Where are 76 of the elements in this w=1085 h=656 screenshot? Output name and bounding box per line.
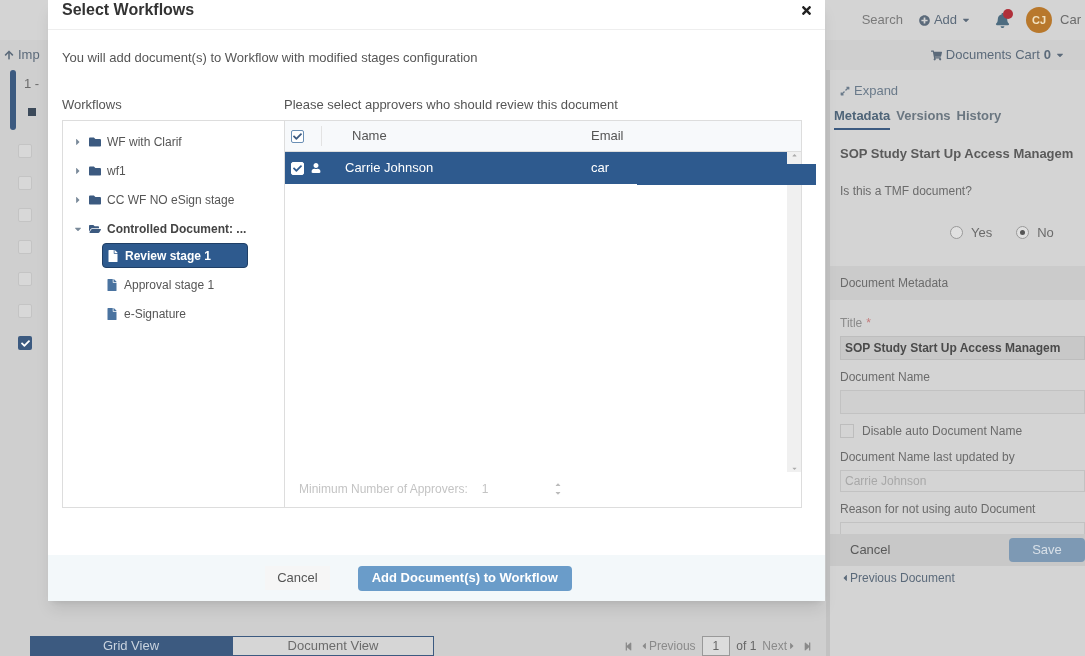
expand-link[interactable]: Expand <box>840 82 1085 100</box>
field-label: Title * <box>840 314 872 332</box>
documents-cart[interactable]: Documents Cart 0 <box>930 45 1065 65</box>
close-icon[interactable] <box>800 4 813 17</box>
selection-bar <box>10 70 16 130</box>
select-all-checkbox[interactable] <box>27 107 36 116</box>
approver-email: car <box>591 159 610 178</box>
plus-icon <box>918 14 930 26</box>
cart-icon <box>930 49 942 61</box>
user-name[interactable]: Car <box>1060 10 1081 30</box>
folder-icon <box>89 193 101 206</box>
dialog-description: You will add document(s) to Workflow with modified stages configuration <box>62 49 479 67</box>
next-link[interactable]: Next <box>762 637 797 655</box>
workflow-item[interactable]: Controlled Document: ... <box>107 219 247 238</box>
radio-option[interactable]: Yes <box>950 222 993 243</box>
field-label: Reason for not using auto Document <box>840 500 1037 518</box>
panel-tab[interactable]: Versions <box>896 106 951 130</box>
document-icon <box>107 249 119 262</box>
approver-name: Carrie Johnson <box>344 159 435 178</box>
save-button[interactable]: Save <box>1009 537 1085 562</box>
tmf-question: Is this a TMF document? <box>840 182 973 200</box>
radio-icon[interactable] <box>950 226 963 239</box>
bell-icon[interactable] <box>995 12 1011 28</box>
last-page-icon[interactable] <box>803 641 812 651</box>
workflow-item[interactable]: CC WF NO eSign stage <box>107 190 235 209</box>
stage-item[interactable]: Review stage 1 <box>102 243 248 268</box>
field-label: Document Name last updated by <box>840 448 1016 466</box>
document-icon <box>106 307 118 320</box>
min-approvers-label: Minimum Number of Approvers: <box>299 481 468 498</box>
folder-icon <box>89 164 101 177</box>
section-heading: Document Metadata <box>830 265 1085 300</box>
column-header: Name <box>321 126 591 146</box>
range-label: 1 - <box>24 75 40 93</box>
panel-tab[interactable]: Metadata <box>834 106 891 130</box>
radio-icon[interactable] <box>1016 226 1030 239</box>
previous-document-link[interactable]: Previous Document <box>840 565 1085 590</box>
cancel-button[interactable]: Cancel <box>850 539 891 560</box>
required-asterisk: * <box>866 315 871 330</box>
previous-link[interactable]: Previous <box>638 637 696 655</box>
arrow-up-icon <box>4 50 14 60</box>
add-to-workflow-button[interactable]: Add Document(s) to Workflow <box>357 565 572 591</box>
folder-icon <box>89 222 101 235</box>
radio-option[interactable]: No <box>1016 222 1054 243</box>
checkbox-label: Disable auto Document Name <box>862 422 1023 440</box>
page-count: of 1 <box>736 638 757 655</box>
cancel-button[interactable]: Cancel <box>265 566 330 590</box>
page-field[interactable]: 1 <box>701 636 731 656</box>
column-header: Email <box>591 127 624 146</box>
title-field[interactable]: SOP Study Start Up Access Managem <box>840 335 1085 360</box>
user-avatar[interactable]: CJ <box>1026 7 1053 33</box>
select-all-checkbox[interactable] <box>291 129 304 143</box>
scrollbar[interactable] <box>787 152 801 472</box>
stage-item[interactable]: Approval stage 1 <box>102 272 248 297</box>
user-icon <box>311 163 321 173</box>
scroll-up-icon[interactable] <box>790 152 798 159</box>
search-link[interactable]: Search <box>861 10 903 30</box>
stage-item[interactable]: e-Signature <box>102 301 248 326</box>
document-title: SOP Study Start Up Access Managem <box>840 145 1075 163</box>
checkbox[interactable] <box>291 161 304 175</box>
view-tab[interactable]: Document View <box>232 636 434 656</box>
folder-icon <box>89 135 101 148</box>
first-page-icon[interactable] <box>623 641 633 651</box>
section-label: Workflows <box>62 95 123 114</box>
document-icon <box>106 278 118 291</box>
section-label: Please select approvers who should review this document <box>284 95 618 114</box>
workflow-item[interactable]: wf1 <box>107 161 126 180</box>
add-menu[interactable]: Add <box>918 10 972 30</box>
dialog-title: Select Workflows <box>62 0 195 20</box>
expand-icon <box>840 86 850 96</box>
workflow-item[interactable]: WF with Clarif <box>107 132 182 151</box>
scroll-down-icon[interactable] <box>790 465 798 472</box>
field-label: Document Name <box>840 368 932 386</box>
panel-tab[interactable]: History <box>956 106 1002 130</box>
view-tab[interactable]: Grid View <box>30 636 232 656</box>
row-checkbox[interactable] <box>18 336 32 350</box>
import-link[interactable]: Imp <box>0 45 40 65</box>
